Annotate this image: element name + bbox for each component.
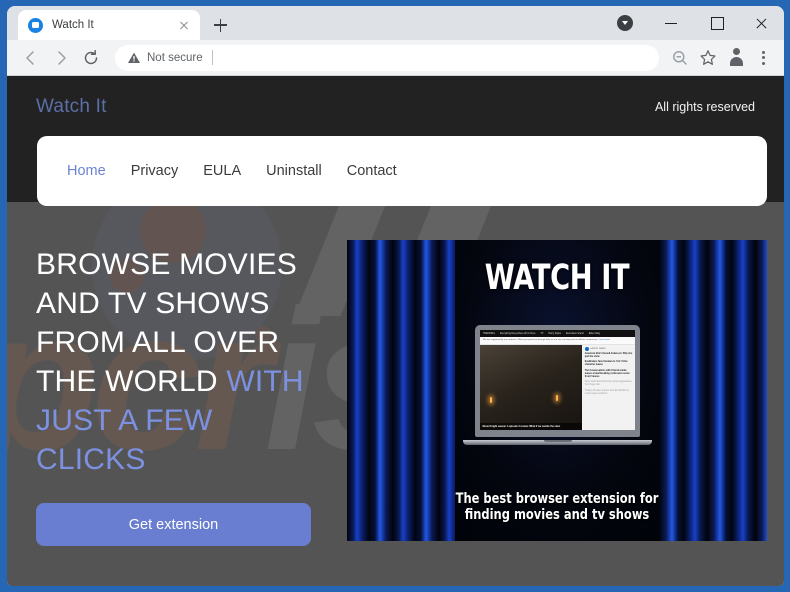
get-extension-button[interactable]: Get extension [36,503,311,546]
hero-line-4-accent: WITH [226,365,304,398]
promo-subtitle-line-2: finding movies and tv shows [464,506,650,523]
mock-site-nav: TRENDING Everything Everywhere All At On… [480,330,635,337]
mock-news-item: EastEnders fans threaten to 'riot' if th… [584,361,628,367]
window-close-button[interactable] [739,6,784,40]
mock-news-item: Derry Girls fans floored by cameo appear… [584,381,632,387]
new-tab-button[interactable] [206,11,234,39]
mock-article-caption: Moon Knight season 1 episode 3 review: W… [480,422,583,430]
promo-title: WATCH IT [484,258,630,298]
promo-subtitle-line-1: The best browser extension for [455,491,659,507]
mock-affiliate-notice: We are supported by our audience. When y… [480,337,635,345]
nav-item-contact[interactable]: Contact [347,163,397,179]
hero-line-3: FROM ALL OVER [36,326,280,359]
mock-sidebar-title: LATEST NEWS [590,348,606,350]
security-status-label: Not secure [147,51,203,64]
profile-avatar-icon[interactable] [723,45,749,71]
mock-sidebar-badge-icon [584,347,589,351]
forward-arrow-icon[interactable] [47,44,75,72]
hero-headline: BROWSE MOVIES AND TV SHOWS FROM ALL OVER… [36,245,336,479]
tab-search-chevron-icon[interactable] [617,15,633,31]
promo-subtitle: The best browser extension for finding m… [385,491,729,523]
site-logo[interactable]: Watch It [36,96,107,118]
laptop-lid: TRENDING Everything Everywhere All At On… [475,325,640,437]
browser-tab[interactable]: Watch It [18,10,200,40]
mock-nav-item-3: Harry Styles [548,332,561,335]
mock-nav-item-0: TRENDING [483,332,495,335]
window-controls [617,6,784,40]
nav-item-eula[interactable]: EULA [203,163,241,179]
mock-nav-item-1: Everything Everywhere All At Once [500,332,536,335]
kebab-menu-icon[interactable] [750,45,776,71]
tab-strip: Watch It [7,6,784,40]
magnifier-minus-icon[interactable] [667,45,693,71]
hero-line-2: AND TV SHOWS [36,287,270,320]
browser-toolbar: Not secure [7,40,784,76]
promo-banner-image: WATCH IT TRENDING Everything Everywhere … [347,240,767,541]
mock-notice-text: We are supported by our audience. When y… [483,339,599,342]
mock-site-body: Moon Knight season 1 episode 3 review: W… [480,345,635,430]
laptop-screen: TRENDING Everything Everywhere All At On… [480,330,635,430]
star-icon[interactable] [695,45,721,71]
browser-window: Watch It Not secure cr Watch It All righ… [7,6,784,586]
watch-it-favicon-icon [28,17,43,33]
mock-latest-news-sidebar: LATEST NEWS American Idol's Kenedi Ander… [582,345,635,430]
hero-line-5-accent: JUST A FEW [36,404,213,437]
mock-article-hero: Moon Knight season 1 episode 3 review: W… [480,345,583,430]
mock-nav-item-5: Elden Ring [588,332,600,335]
all-rights-reserved-text: All rights reserved [654,100,755,114]
mock-notice-link: Learn more [598,339,610,342]
hero-line-1: BROWSE MOVIES [36,248,297,281]
main-navigation: Home Privacy EULA Uninstall Contact [37,136,767,206]
nav-item-home[interactable]: Home [67,163,106,179]
minimize-button[interactable] [649,6,694,40]
mock-news-item: American Idol's Kenedi Anderson: Why she… [584,353,633,358]
hero-section: BROWSE MOVIES AND TV SHOWS FROM ALL OVER… [36,245,336,546]
browser-window-frame: Watch It Not secure cr Watch It All righ… [0,0,790,592]
back-arrow-icon[interactable] [17,44,45,72]
laptop-base [463,440,652,445]
laptop-mockup: TRENDING Everything Everywhere All At On… [463,325,652,445]
address-bar[interactable]: Not secure [115,44,659,71]
nav-item-privacy[interactable]: Privacy [131,163,179,179]
page-viewport: pcrisk. Watch It All rights reserved Hom… [7,76,784,586]
hero-line-4-white: THE WORLD [36,365,227,398]
hero-line-6-accent: CLICKS [36,443,146,476]
tab-title: Watch It [52,19,94,31]
mock-news-item: The Conversations with Friends trailer t… [584,369,630,378]
not-secure-warning-icon [127,51,141,65]
omnibox-divider [211,50,213,65]
maximize-button[interactable] [694,6,739,40]
nav-item-uninstall[interactable]: Uninstall [266,163,322,179]
mock-nav-item-2: TV [540,332,544,335]
tab-close-icon[interactable] [176,17,192,33]
reload-arrow-icon[interactable] [77,44,105,72]
mock-nav-item-4: Eurovision Grand [565,332,584,335]
mock-news-item: Today's Premier answer and tips Wordle f… [584,389,630,395]
mock-sidebar-header: LATEST NEWS [584,347,633,351]
